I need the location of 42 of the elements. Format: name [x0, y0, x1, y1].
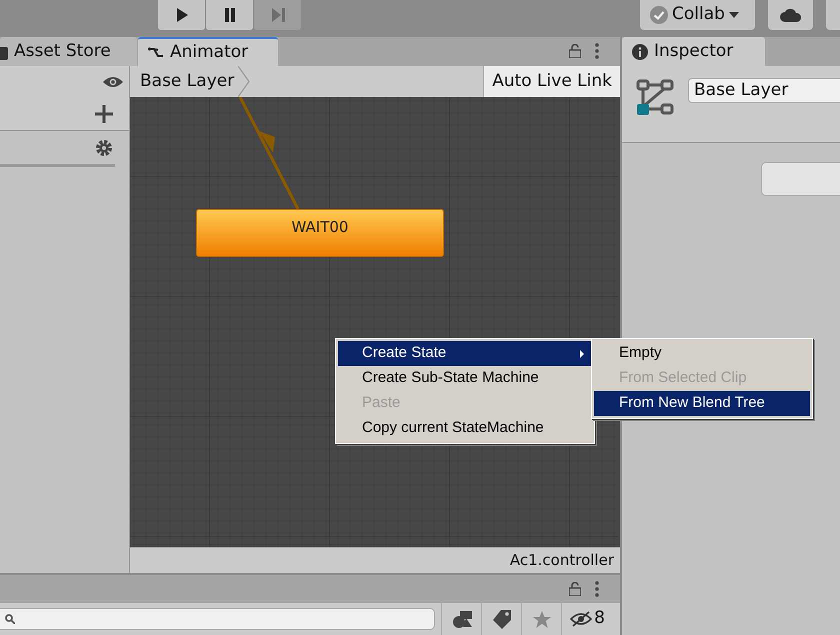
tab[interactable]: Asset Store [0, 37, 137, 66]
check-circle-icon [650, 6, 668, 24]
collab-button[interactable]: Collab [640, 0, 755, 30]
play-button[interactable] [158, 0, 205, 30]
chevron-icon [238, 66, 250, 97]
caret-down-icon [728, 12, 739, 18]
breadcrumb[interactable]: Base Layer [130, 66, 250, 97]
pause-button[interactable] [206, 0, 253, 30]
hidden-count-button[interactable]: 8 [561, 603, 613, 635]
cloud-icon [780, 8, 802, 22]
menu-item[interactable]: Empty [594, 341, 810, 366]
lock-icon[interactable] [569, 44, 581, 58]
state-machine-icon [636, 79, 674, 117]
menu-item[interactable]: Copy current StateMachine [338, 416, 592, 441]
more-icon[interactable] [595, 43, 599, 59]
eye-slash-icon [570, 611, 592, 627]
submenu-arrow-icon [580, 350, 584, 358]
state-node[interactable]: WAIT00 [196, 209, 444, 257]
menu-item[interactable]: Create State [338, 341, 592, 366]
star-icon [532, 610, 550, 628]
auto-live-link-button[interactable]: Auto Live Link [483, 66, 620, 97]
cloud-button[interactable] [768, 0, 813, 30]
plus-icon[interactable] [95, 104, 113, 122]
branch-icon [148, 46, 164, 60]
menu-item[interactable]: Create Sub-State Machine [338, 366, 592, 391]
shapes-icon [452, 610, 472, 628]
info-icon [632, 44, 648, 60]
tab[interactable]: Animator [138, 37, 278, 66]
step-icon [270, 8, 284, 22]
tag-icon [492, 610, 510, 628]
inspector-tab[interactable]: Inspector [622, 37, 765, 66]
search-field[interactable] [0, 608, 435, 630]
controller-filename: Ac1.controller [510, 550, 614, 572]
name-field[interactable]: Base Layer [688, 78, 840, 103]
search-icon [5, 614, 15, 624]
eye-icon[interactable] [103, 76, 123, 88]
settings-icon[interactable] [95, 138, 113, 156]
more-icon[interactable] [595, 581, 599, 597]
pause-icon [224, 8, 236, 22]
menu-item[interactable]: From New Blend Tree [594, 391, 810, 416]
lock-icon[interactable] [569, 582, 581, 596]
play-icon [176, 8, 188, 22]
